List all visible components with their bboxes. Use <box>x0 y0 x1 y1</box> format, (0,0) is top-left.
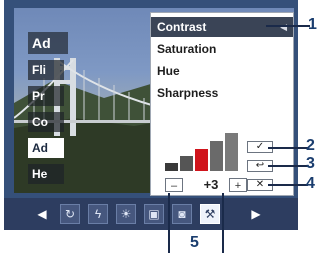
callout-line-5a <box>168 193 170 253</box>
adjustment-panel: Contrast ◀ Saturation Hue Sharpness – +3… <box>150 12 294 196</box>
flash-icon[interactable]: ϟ <box>88 204 108 224</box>
brightness-icon[interactable]: ☀ <box>116 204 136 224</box>
callout-4: 4 <box>306 175 315 192</box>
scroll-right-icon[interactable]: ▶ <box>250 205 262 223</box>
level-bar-3 <box>195 149 208 171</box>
level-value: +3 <box>203 177 219 192</box>
property-label: Contrast <box>157 20 207 34</box>
level-bar-5 <box>225 133 238 171</box>
menu-title: Ad <box>28 32 68 54</box>
property-sharpness[interactable]: Sharpness <box>151 83 293 103</box>
level-meter <box>165 131 245 171</box>
camera-icon[interactable]: ◙ <box>172 204 192 224</box>
callout-line-5b <box>222 193 224 253</box>
menu-item-help[interactable]: He <box>28 164 64 184</box>
level-bar-2 <box>180 156 193 171</box>
callout-line-3 <box>268 165 308 167</box>
callout-2: 2 <box>306 137 315 154</box>
callout-1: 1 <box>308 16 317 33</box>
tools-icon[interactable]: ⚒ <box>200 204 220 224</box>
callout-3: 3 <box>306 155 315 172</box>
menu-item-continuous[interactable]: Co <box>28 112 64 132</box>
menu-item-properties[interactable]: Pr <box>28 86 64 106</box>
callout-line-4 <box>268 184 308 186</box>
selected-arrow-icon: ◀ <box>280 22 287 32</box>
refresh-icon[interactable]: ↻ <box>60 204 80 224</box>
property-saturation[interactable]: Saturation <box>151 39 293 59</box>
check-icon: ✓ <box>255 141 265 152</box>
property-hue[interactable]: Hue <box>151 61 293 81</box>
callout-5: 5 <box>190 234 199 251</box>
camera-toolbar: ◀ ↻ ϟ ☀ ▣ ◙ ⚒ ▶ <box>4 198 298 230</box>
scroll-left-icon[interactable]: ◀ <box>36 205 48 223</box>
callout-line-2 <box>268 147 308 149</box>
property-contrast[interactable]: Contrast ◀ <box>151 17 293 37</box>
menu-item-adjust[interactable]: Ad <box>28 138 64 158</box>
camera-screen: Ad Fli Pr Co Ad He Contrast ◀ Saturation… <box>4 0 298 230</box>
picture-icon[interactable]: ▣ <box>144 204 164 224</box>
level-bar-4 <box>210 141 223 171</box>
decrease-button[interactable]: – <box>165 178 183 192</box>
increase-button[interactable]: + <box>229 178 247 192</box>
menu-item-flicker[interactable]: Fli <box>28 60 64 80</box>
reset-icon: ↩ <box>255 160 265 171</box>
settings-menu: Ad Fli Pr Co Ad He <box>28 32 68 184</box>
level-bar-1 <box>165 163 178 171</box>
close-icon: ✕ <box>255 179 265 190</box>
callout-line-1 <box>266 25 310 27</box>
